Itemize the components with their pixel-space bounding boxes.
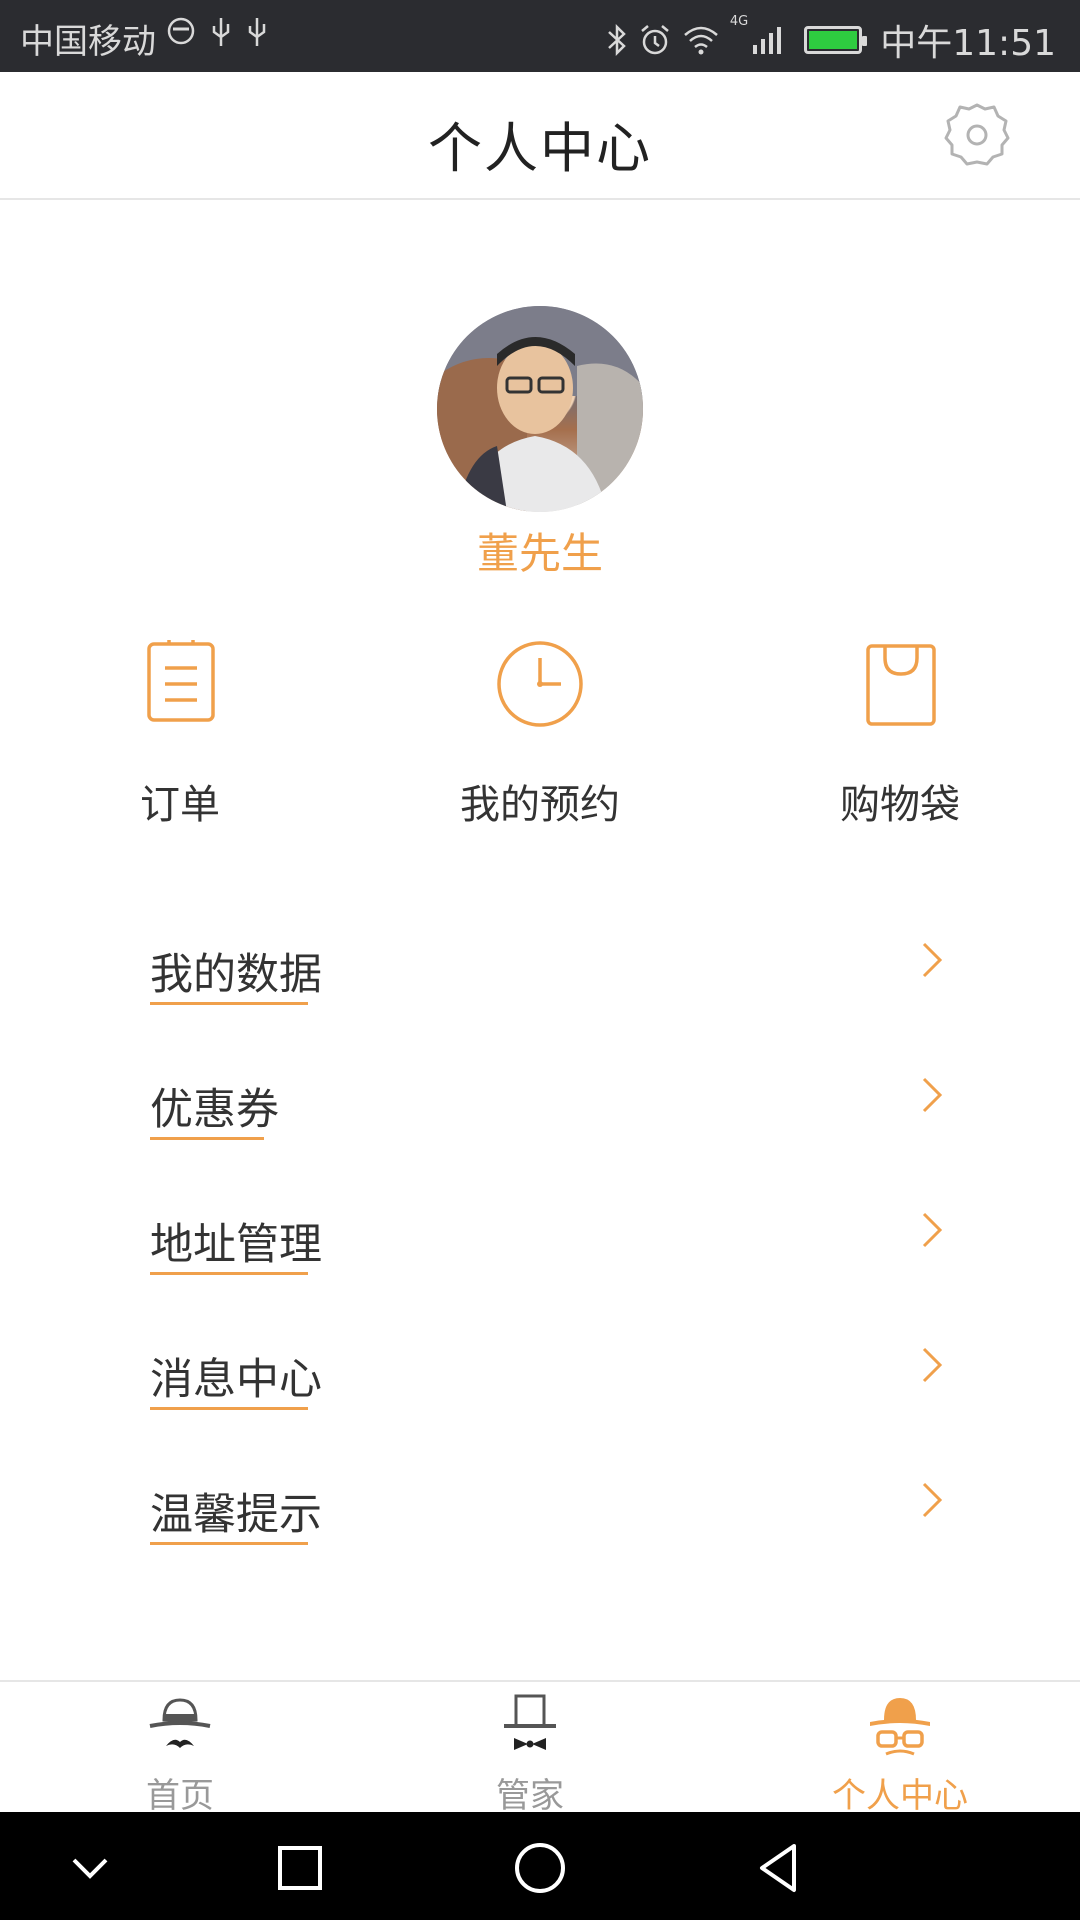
battery-level: [809, 31, 858, 49]
menu-item-label: 地址管理: [150, 1220, 322, 1270]
bluetooth-icon: [608, 23, 626, 57]
menu-item-label: 温馨提示: [150, 1490, 322, 1540]
carrier-label: 中国移动: [20, 22, 156, 62]
quick-action-orders[interactable]: 订单: [50, 636, 310, 830]
menu-underline: [150, 1002, 308, 1005]
back-triangle-icon[interactable]: [750, 1838, 810, 1898]
status-system-icons: 4G 中午11:51: [606, 14, 1056, 66]
home-circle-icon[interactable]: [510, 1838, 570, 1898]
tab-home[interactable]: 首页: [50, 1682, 310, 1816]
menu-item-message-center[interactable]: 消息中心: [150, 1325, 950, 1425]
clock-icon: [497, 641, 583, 727]
alarm-icon: [641, 25, 669, 55]
menu-underline: [150, 1137, 264, 1140]
system-navigation-bar: [0, 1812, 1080, 1920]
quick-action-label: 购物袋: [840, 782, 960, 828]
chevron-right-icon: [922, 1077, 943, 1113]
shopping-bag-icon: [866, 644, 936, 726]
quick-action-label: 我的预约: [460, 782, 620, 828]
bottom-tab-bar: 首页 管家 个人中心: [0, 1680, 1080, 1816]
wifi-icon: [684, 26, 718, 55]
tab-label: 管家: [496, 1776, 564, 1816]
tab-profile[interactable]: 个人中心: [770, 1682, 1030, 1816]
top-hat-bowtie-icon: [504, 1694, 556, 1750]
quick-action-label: 订单: [140, 782, 220, 828]
avatar[interactable]: [437, 306, 643, 512]
menu-item-coupons[interactable]: 优惠券: [150, 1055, 950, 1155]
status-bar: 中国移动 4G 中午11:51: [0, 0, 1080, 72]
chevron-right-icon: [922, 1347, 943, 1383]
quick-action-appointments[interactable]: 我的预约: [410, 636, 670, 830]
menu-underline: [150, 1542, 308, 1545]
hat-glasses-icon: [870, 1698, 930, 1756]
collapse-chevron-icon[interactable]: [60, 1838, 120, 1898]
page-title: 个人中心: [428, 117, 652, 180]
menu-item-label: 优惠券: [150, 1085, 279, 1135]
tab-label: 首页: [146, 1776, 214, 1816]
menu-item-address-management[interactable]: 地址管理: [150, 1190, 950, 1290]
menu-underline: [150, 1407, 308, 1410]
avatar-image: [437, 306, 643, 512]
quick-action-shopping-bag[interactable]: 购物袋: [770, 636, 1030, 830]
privacy-mask-icon: [167, 17, 195, 45]
menu-item-label: 我的数据: [150, 950, 322, 1000]
status-notification-icons: [166, 16, 268, 50]
clock-label: 中午11:51: [880, 23, 1056, 64]
tab-butler[interactable]: 管家: [400, 1682, 660, 1816]
user-name[interactable]: 董先生: [0, 520, 1080, 581]
usb-icon: [248, 18, 266, 46]
tab-label: 个人中心: [832, 1776, 968, 1816]
network-type-label: 4G: [729, 14, 749, 29]
battery-icon: [804, 26, 868, 54]
recent-apps-square-icon[interactable]: [270, 1838, 330, 1898]
usb-icon: [212, 18, 230, 46]
chevron-right-icon: [922, 1212, 943, 1248]
chevron-right-icon: [922, 1482, 943, 1518]
chevron-right-icon: [922, 942, 943, 978]
menu-underline: [150, 1272, 308, 1275]
page-header: 个人中心: [0, 72, 1080, 200]
signal-icon: [753, 27, 782, 54]
menu-item-tips[interactable]: 温馨提示: [150, 1460, 950, 1560]
menu-item-label: 消息中心: [150, 1355, 322, 1405]
clipboard-icon: [147, 640, 215, 722]
hat-mustache-icon: [149, 1698, 211, 1748]
menu-item-my-data[interactable]: 我的数据: [150, 920, 950, 1020]
gear-icon[interactable]: [942, 100, 1012, 170]
